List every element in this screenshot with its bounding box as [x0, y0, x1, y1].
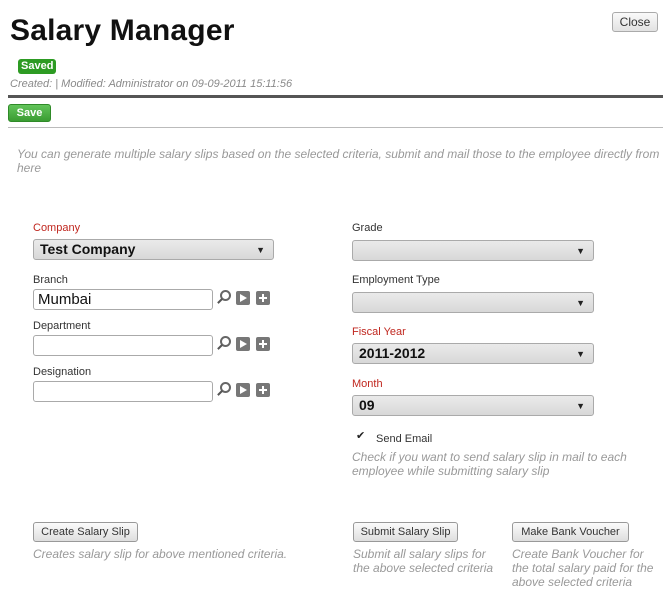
- grade-label: Grade: [352, 222, 383, 234]
- status-badge: Saved: [18, 59, 57, 74]
- chevron-down-icon: ▼: [576, 246, 585, 256]
- close-button[interactable]: Close: [612, 12, 658, 32]
- chevron-down-icon: ▼: [576, 298, 585, 308]
- designation-input[interactable]: [33, 381, 213, 402]
- header-divider: [8, 95, 663, 98]
- month-label: Month: [352, 378, 383, 390]
- grade-select[interactable]: ▼: [352, 240, 594, 261]
- magnifier-icon[interactable]: [217, 382, 231, 396]
- fiscal-year-value: 2011-2012: [359, 345, 426, 361]
- magnifier-icon[interactable]: [217, 290, 231, 304]
- fiscal-year-select[interactable]: 2011-2012 ▼: [352, 343, 594, 364]
- toolbar-divider: [8, 127, 663, 128]
- save-button[interactable]: Save: [8, 104, 51, 122]
- send-email-checkbox[interactable]: ✔: [356, 431, 366, 442]
- employment-type-select[interactable]: ▼: [352, 292, 594, 313]
- department-input[interactable]: [33, 335, 213, 356]
- magnifier-icon[interactable]: [217, 336, 231, 350]
- branch-input[interactable]: [33, 289, 213, 310]
- month-select[interactable]: 09 ▼: [352, 395, 594, 416]
- send-email-help: Check if you want to send salary slip in…: [352, 450, 627, 478]
- page-title: Salary Manager: [10, 14, 235, 47]
- chevron-down-icon: ▼: [576, 349, 585, 359]
- submit-salary-slip-desc: Submit all salary slips for the above se…: [353, 547, 494, 575]
- make-bank-voucher-desc: Create Bank Voucher for the total salary…: [512, 547, 654, 589]
- intro-text: You can generate multiple salary slips b…: [17, 147, 660, 175]
- play-icon[interactable]: [236, 291, 250, 305]
- create-salary-slip-desc: Creates salary slip for above mentioned …: [33, 547, 288, 561]
- fiscal-year-label: Fiscal Year: [352, 326, 406, 338]
- designation-label: Designation: [33, 366, 92, 378]
- plus-icon[interactable]: [256, 383, 270, 397]
- branch-label: Branch: [33, 274, 68, 286]
- create-salary-slip-button[interactable]: Create Salary Slip: [33, 522, 138, 542]
- make-bank-voucher-button[interactable]: Make Bank Voucher: [512, 522, 629, 542]
- employment-type-label: Employment Type: [352, 274, 440, 286]
- company-select[interactable]: Test Company ▼: [33, 239, 274, 260]
- plus-icon[interactable]: [256, 291, 270, 305]
- chevron-down-icon: ▼: [256, 245, 265, 255]
- company-label: Company: [33, 222, 81, 234]
- department-label: Department: [33, 320, 91, 332]
- submit-salary-slip-button[interactable]: Submit Salary Slip: [353, 522, 458, 542]
- plus-icon[interactable]: [256, 337, 270, 351]
- company-value: Test Company: [40, 241, 136, 257]
- play-icon[interactable]: [236, 383, 250, 397]
- chevron-down-icon: ▼: [576, 401, 585, 411]
- month-value: 09: [359, 397, 375, 413]
- play-icon[interactable]: [236, 337, 250, 351]
- modified-info: Created: | Modified: Administrator on 09…: [10, 78, 293, 90]
- send-email-label: Send Email: [376, 433, 433, 445]
